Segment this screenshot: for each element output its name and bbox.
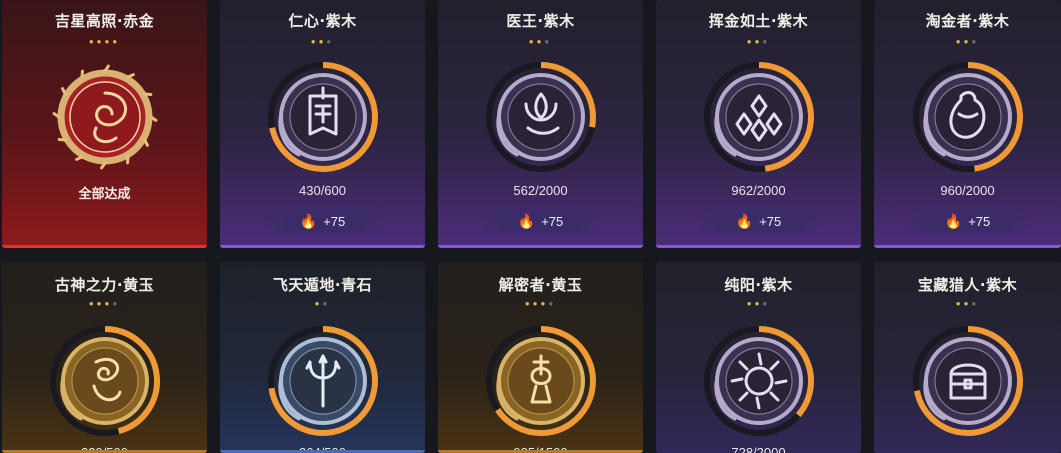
achievement-title: 淘金者·紫木 <box>925 12 1010 30</box>
reward-badge[interactable]: 🔥 +75 <box>698 210 819 232</box>
achievement-card[interactable]: 淘金者·紫木 ●●● 960/2000 🔥 +75 <box>874 0 1061 248</box>
achievement-card[interactable]: 古神之力·黄玉 ●●●● 229/500 <box>2 262 207 453</box>
star-filled-icon: ● <box>746 299 755 308</box>
star-filled-icon: ● <box>88 37 97 46</box>
reward-badge[interactable]: 🔥 +75 <box>480 210 601 232</box>
star-empty-icon: ● <box>971 299 980 308</box>
star-rating: ●●● <box>874 299 1061 308</box>
achievement-title: 医王·紫木 <box>506 12 575 30</box>
star-filled-icon: ● <box>528 37 537 46</box>
status-text: 全部达成 <box>78 187 131 202</box>
coiled-dragon-icon <box>52 64 157 170</box>
reward-amount: +75 <box>759 213 782 229</box>
star-filled-icon: ● <box>746 37 755 46</box>
progress-text: 430/600 <box>299 183 346 198</box>
star-rating: ●●●● <box>2 37 207 46</box>
reward-badge[interactable]: 🔥 +75 <box>907 210 1028 232</box>
star-rating: ●●●● <box>438 299 643 308</box>
achievement-title: 解密者·黄玉 <box>498 276 583 294</box>
star-filled-icon: ● <box>955 37 964 46</box>
achievement-card[interactable]: 吉星高照·赤金 ●●●● 全部达成 <box>2 0 207 248</box>
trident-icon <box>267 326 378 436</box>
star-rating: ●●● <box>874 37 1061 46</box>
sun-emblem-icon <box>703 326 814 436</box>
reward-amount: +75 <box>968 213 991 229</box>
achievement-title: 仁心·紫木 <box>288 12 357 30</box>
progress-text: 562/2000 <box>513 183 568 198</box>
achievement-card[interactable]: 宝藏猎人·紫木 ●●● <box>874 262 1061 453</box>
star-filled-icon: ● <box>524 299 533 308</box>
star-filled-icon: ● <box>88 299 97 308</box>
reward-amount: +75 <box>323 213 346 229</box>
achievement-title: 挥金如土·紫木 <box>708 12 809 30</box>
achievement-card[interactable]: 纯阳·紫木 ●●● 728/2000 <box>656 262 861 453</box>
achievement-card[interactable]: 挥金如土·紫木 ●●● 962/2000 🔥 +75 <box>656 0 861 248</box>
star-empty-icon: ● <box>971 37 980 46</box>
star-filled-icon: ● <box>96 37 105 46</box>
achievement-card[interactable]: 解密者·黄玉 ●●●● 985/1500 <box>438 262 643 453</box>
flame-icon: 🔥 <box>299 212 318 229</box>
reward-amount: +75 <box>541 213 564 229</box>
ancient-relic-icon <box>485 326 596 436</box>
achievement-title: 宝藏猎人·紫木 <box>917 276 1018 294</box>
star-empty-icon: ● <box>322 299 331 308</box>
flame-icon: 🔥 <box>735 212 754 229</box>
progress-text: 229/500 <box>81 445 128 453</box>
star-rating: ●●● <box>656 37 861 46</box>
flame-icon: 🔥 <box>944 212 963 229</box>
progress-text: 962/2000 <box>731 183 786 198</box>
star-rating: ●●● <box>438 37 643 46</box>
star-rating: ●●● <box>220 37 425 46</box>
progress-text: 364/500 <box>299 445 346 453</box>
star-empty-icon: ● <box>326 37 335 46</box>
star-rating: ●●●● <box>2 299 207 308</box>
achievement-title: 纯阳·紫木 <box>724 276 793 294</box>
star-filled-icon: ● <box>532 299 541 308</box>
star-filled-icon: ● <box>955 299 964 308</box>
star-rating: ●●● <box>656 299 861 308</box>
achievement-card[interactable]: 仁心·紫木 ●●● 430/600 🔥 +75 <box>220 0 425 248</box>
reward-badge[interactable]: 🔥 +75 <box>262 210 383 232</box>
progress-text: 728/2000 <box>731 445 786 453</box>
star-empty-icon: ● <box>762 299 771 308</box>
star-empty-icon: ● <box>762 37 771 46</box>
achievement-title: 飞天遁地·青石 <box>272 276 373 294</box>
star-empty-icon: ● <box>544 37 553 46</box>
star-empty-icon: ● <box>548 299 557 308</box>
star-filled-icon: ● <box>314 299 323 308</box>
gem-pile-icon <box>703 62 814 172</box>
treasure-chest-icon <box>912 326 1023 436</box>
achievement-card[interactable]: 飞天遁地·青石 ●● 364/500 <box>220 262 425 453</box>
star-rating: ●● <box>220 299 425 308</box>
serpent-icon <box>49 326 160 436</box>
achievement-card[interactable]: 医王·紫木 ●●● 562/2000 🔥 +75 <box>438 0 643 248</box>
achievement-title: 古神之力·黄玉 <box>54 276 155 294</box>
banner-icon <box>267 62 378 172</box>
star-filled-icon: ● <box>112 37 121 46</box>
star-filled-icon: ● <box>96 299 105 308</box>
progress-text: 960/2000 <box>940 183 995 198</box>
treasure-bag-icon <box>912 62 1023 172</box>
achievement-grid: 吉星高照·赤金 ●●●● 全部达成 仁心·紫木 ●●● 430/600 🔥 +7… <box>0 0 1061 453</box>
achievement-title: 吉星高照·赤金 <box>54 12 155 30</box>
flame-icon: 🔥 <box>517 212 536 229</box>
star-empty-icon: ● <box>112 299 121 308</box>
star-filled-icon: ● <box>310 37 319 46</box>
lotus-hand-icon <box>485 62 596 172</box>
progress-text: 985/1500 <box>513 445 568 453</box>
